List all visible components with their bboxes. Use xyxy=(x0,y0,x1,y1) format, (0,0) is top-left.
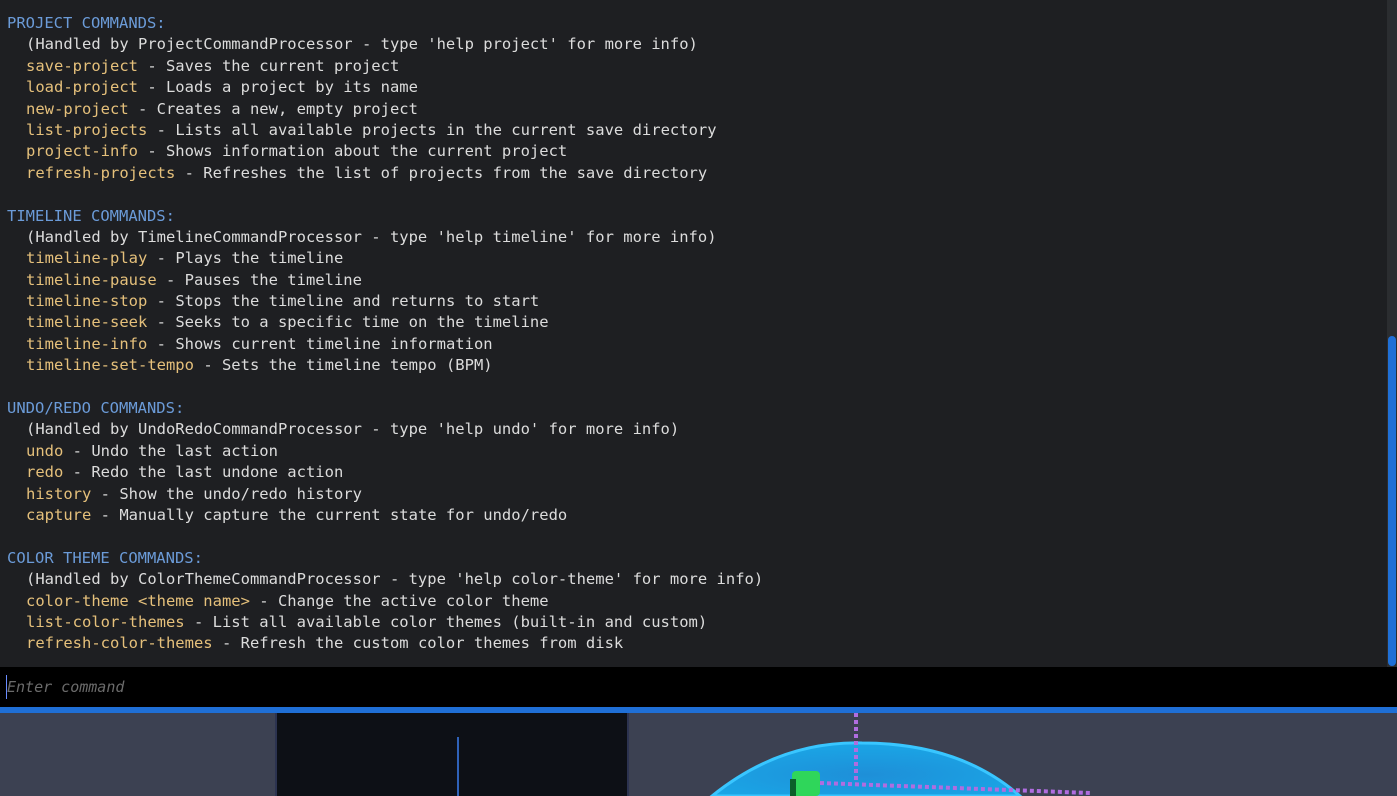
command-name: timeline-set-tempo xyxy=(26,356,194,375)
section-note: (Handled by TimelineCommandProcessor - t… xyxy=(26,227,717,246)
command-row: capture - Manually capture the current s… xyxy=(7,505,763,526)
command-description: - Sets the timeline tempo (BPM) xyxy=(193,356,493,375)
command-row: timeline-play - Plays the timeline xyxy=(7,248,763,269)
console-log: PROJECT COMMANDS: (Handled by ProjectComm… xyxy=(7,13,763,655)
command-name: undo xyxy=(26,441,64,460)
section-note-line: (Handled by TimelineCommandProcessor - t… xyxy=(7,227,763,248)
command-row: timeline-pause - Pauses the timeline xyxy=(7,270,763,291)
command-row: refresh-projects - Refreshes the list of… xyxy=(7,163,763,184)
command-row: timeline-stop - Stops the timeline and r… xyxy=(7,291,763,312)
command-bar xyxy=(0,667,1397,707)
scrollbar-thumb[interactable] xyxy=(1388,336,1396,666)
section-heading: TIMELINE COMMANDS: xyxy=(7,206,175,225)
section-note-line: (Handled by UndoRedoCommandProcessor - t… xyxy=(7,419,763,440)
command-name: list-projects xyxy=(26,120,148,139)
command-name: timeline-stop xyxy=(26,292,148,311)
command-name: load-project xyxy=(26,78,138,97)
command-description: - Lists all available projects in the cu… xyxy=(147,120,717,139)
command-description: - Loads a project by its name xyxy=(137,78,418,97)
command-description: - Show the undo/redo history xyxy=(91,484,362,503)
section-heading: UNDO/REDO COMMANDS: xyxy=(7,399,185,418)
command-description: - Change the active color theme xyxy=(249,591,549,610)
section-note-line: (Handled by ProjectCommandProcessor - ty… xyxy=(7,34,763,55)
command-description: - Refreshes the list of projects from th… xyxy=(175,163,708,182)
command-name: save-project xyxy=(26,56,138,75)
section-note-line: (Handled by ColorThemeCommandProcessor -… xyxy=(7,569,763,590)
console-output-panel[interactable]: PROJECT COMMANDS: (Handled by ProjectComm… xyxy=(0,0,1397,667)
command-name: color-theme <theme name> xyxy=(26,591,250,610)
app-window: PROJECT COMMANDS: (Handled by ProjectComm… xyxy=(0,0,1397,796)
command-description: - Saves the current project xyxy=(137,56,400,75)
command-row: history - Show the undo/redo history xyxy=(7,484,763,505)
command-description: - Shows current timeline information xyxy=(147,334,493,353)
command-name: refresh-projects xyxy=(26,163,176,182)
command-row: timeline-set-tempo - Sets the timeline t… xyxy=(7,355,763,376)
command-description: - Stops the timeline and returns to star… xyxy=(147,292,540,311)
command-row: load-project - Loads a project by its na… xyxy=(7,77,763,98)
command-description: - Undo the last action xyxy=(63,441,278,460)
3d-axis-gizmo-icon[interactable] xyxy=(640,713,1140,796)
command-row: timeline-seek - Seeks to a specific time… xyxy=(7,312,763,333)
command-name: timeline-seek xyxy=(26,313,148,332)
command-description: - Seeks to a specific time on the timeli… xyxy=(147,313,549,332)
command-row: refresh-color-themes - Refresh the custo… xyxy=(7,633,763,654)
section-heading: COLOR THEME COMMANDS: xyxy=(7,548,203,567)
command-name: refresh-color-themes xyxy=(26,634,213,653)
command-name: timeline-info xyxy=(26,334,148,353)
section-note: (Handled by ProjectCommandProcessor - ty… xyxy=(26,35,698,54)
command-name: list-color-themes xyxy=(26,612,185,631)
command-row: color-theme <theme name> - Change the ac… xyxy=(7,591,763,612)
scene-viewport[interactable] xyxy=(0,713,1397,796)
playhead-line xyxy=(457,737,459,796)
section-note: (Handled by UndoRedoCommandProcessor - t… xyxy=(26,420,680,439)
command-description: - Refresh the custom color themes from d… xyxy=(212,634,624,653)
timeline-preview-pane[interactable] xyxy=(275,713,629,796)
command-row: list-color-themes - List all available c… xyxy=(7,612,763,633)
command-row: timeline-info - Shows current timeline i… xyxy=(7,334,763,355)
command-row: project-info - Shows information about t… xyxy=(7,141,763,162)
command-name: redo xyxy=(26,463,64,482)
command-row: save-project - Saves the current project xyxy=(7,56,763,77)
command-input[interactable] xyxy=(6,675,1387,699)
command-row: undo - Undo the last action xyxy=(7,441,763,462)
command-description: - Plays the timeline xyxy=(147,249,344,268)
command-name: new-project xyxy=(26,99,129,118)
command-description: - List all available color themes (built… xyxy=(184,612,708,631)
command-name: timeline-pause xyxy=(26,270,157,289)
command-row: new-project - Creates a new, empty proje… xyxy=(7,99,763,120)
console-scrollbar[interactable] xyxy=(1387,0,1397,667)
command-row: redo - Redo the last undone action xyxy=(7,462,763,483)
command-description: - Shows information about the current pr… xyxy=(137,142,568,161)
section-note: (Handled by ColorThemeCommandProcessor -… xyxy=(26,570,764,589)
section-heading: PROJECT COMMANDS: xyxy=(7,14,166,32)
command-name: timeline-play xyxy=(26,249,148,268)
command-description: - Manually capture the current state for… xyxy=(91,505,568,524)
command-name: capture xyxy=(26,505,92,524)
command-name: history xyxy=(26,484,92,503)
command-row: list-projects - Lists all available proj… xyxy=(7,120,763,141)
command-description: - Redo the last undone action xyxy=(63,463,344,482)
command-description: - Pauses the timeline xyxy=(156,270,362,289)
command-name: project-info xyxy=(26,142,138,161)
command-description: - Creates a new, empty project xyxy=(128,99,418,118)
